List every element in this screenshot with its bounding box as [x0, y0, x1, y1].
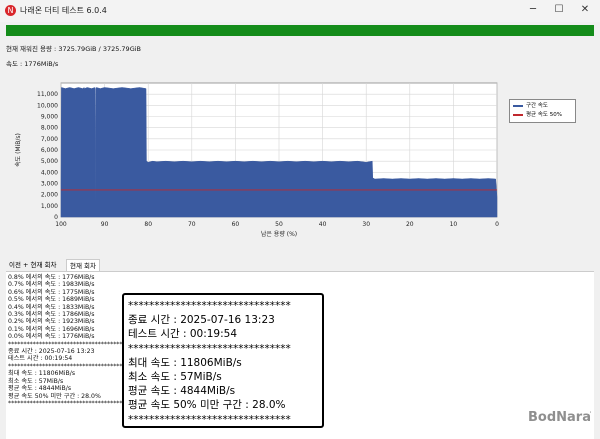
y-tick-label: 5,000	[41, 158, 58, 165]
y-tick-label: 0	[54, 214, 58, 221]
legend-swatch-segment-speed	[513, 104, 523, 107]
summary-max-speed: 최대 속도 : 11806MiB/s	[128, 356, 242, 369]
log-line: ****************************************	[8, 340, 132, 348]
summary-separator: *******************************	[128, 342, 291, 355]
summary-avg-speed: 평균 속도 : 4844MiB/s	[128, 385, 236, 398]
x-tick-label: 90	[101, 221, 109, 228]
app-logo-icon: N	[5, 5, 16, 16]
x-tick-label: 40	[319, 221, 327, 228]
log-line: ****************************************	[8, 399, 132, 407]
y-tick-label: 2,000	[41, 192, 58, 199]
y-axis-label: 속도 (MiB/s)	[14, 133, 22, 167]
title-bar: N 나래온 더티 테스트 6.0.4 ─ ☐ ✕	[0, 0, 600, 22]
progress-fill	[6, 25, 594, 36]
x-tick-label: 80	[144, 221, 152, 228]
legend-item-segment-speed: 구간 속도	[513, 102, 548, 110]
current-speed-label: 속도 : 1776MiB/s	[6, 60, 59, 68]
y-tick-label: 7,000	[41, 136, 58, 143]
window-title: 나래온 더티 테스트 6.0.4	[20, 6, 107, 15]
log-line: 최대 속도 : 11806MiB/s	[8, 370, 76, 378]
summary-below-half: 평균 속도 50% 미만 구간 : 28.0%	[128, 399, 286, 412]
speed-chart-panel: 100 90 80 70 60 50 40 30 20 10 0 0 1,000 2,000 3,000 4,…	[6, 73, 594, 246]
x-tick-label: 100	[55, 221, 67, 228]
y-tick-label: 4,000	[41, 169, 58, 176]
legend-item-half-average: 평균 속도 50%	[513, 111, 562, 119]
x-tick-label: 70	[188, 221, 196, 228]
summary-separator: *******************************	[128, 413, 291, 426]
y-tick-label: 11,000	[37, 91, 58, 98]
log-line: 최소 속도 : 57MiB/s	[8, 377, 64, 385]
log-line: 0.4% 에서의 속도 : 1833MiB/s	[8, 303, 95, 311]
y-tick-label: 10,000	[37, 102, 58, 109]
legend-label-half-average: 평균 속도 50%	[526, 112, 562, 118]
maximize-button[interactable]: ☐	[548, 2, 570, 18]
written-capacity-label: 현재 재워진 용량 : 3725.79GiB / 3725.79GiB	[6, 45, 141, 53]
log-line: 평균 속도 : 4844MiB/s	[8, 385, 72, 393]
log-line: 0.7% 에서의 속도 : 1983MiB/s	[8, 281, 95, 289]
log-lines: 0.8% 에서의 속도 : 1776MiB/s 0.7% 에서의 속도 : 198…	[8, 274, 132, 407]
x-tick-label: 0	[495, 221, 499, 228]
summary-min-speed: 최소 속도 : 57MiB/s	[128, 371, 222, 384]
log-line: 테스트 시간 : 00:19:54	[8, 355, 73, 363]
legend-label-segment-speed: 구간 속도	[526, 103, 548, 109]
x-tick-label: 20	[406, 221, 414, 228]
y-tick-label: 9,000	[41, 114, 58, 121]
summary-separator: *******************************	[128, 300, 291, 312]
progress-bar	[6, 25, 594, 36]
y-tick-label: 1,000	[41, 203, 58, 210]
y-tick-label: 3,000	[41, 181, 58, 188]
y-tick-label: 6,000	[41, 147, 58, 154]
watermark-logo: BodNara	[528, 410, 591, 425]
y-tick-label: 8,000	[41, 125, 58, 132]
legend-swatch-half-average	[513, 113, 523, 116]
minimize-button[interactable]: ─	[522, 2, 544, 18]
resize-grip-icon[interactable]: ⋰	[583, 411, 592, 421]
log-line: 평균 속도 50% 미만 구간 : 28.0%	[8, 392, 101, 400]
summary-test-time: 테스트 시간 : 00:19:54	[128, 328, 238, 341]
summary-box: ******************************* 종료 시간 : …	[122, 293, 324, 428]
log-line: 0.2% 에서의 속도 : 1923MiB/s	[8, 318, 95, 326]
x-tick-label: 60	[232, 221, 240, 228]
x-axis-label: 남은 용량 (%)	[261, 230, 297, 238]
log-line: 0.0% 에서의 속도 : 1776MiB/s	[8, 333, 95, 341]
chart-legend: 구간 속도 평균 속도 50%	[509, 99, 576, 123]
x-tick-label: 10	[450, 221, 458, 228]
log-line: 0.5% 에서의 속도 : 1689MiB/s	[8, 296, 95, 304]
x-tick-label: 30	[362, 221, 370, 228]
tab-previous-and-current[interactable]: 이전 + 현재 회차	[6, 259, 60, 271]
close-button[interactable]: ✕	[574, 2, 596, 18]
x-tick-label: 50	[275, 221, 283, 228]
summary-end-time: 종료 시간 : 2025-07-16 13:23	[128, 314, 275, 327]
speed-chart: 100 90 80 70 60 50 40 30 20 10 001,0002,0003,0004,…	[14, 82, 499, 238]
